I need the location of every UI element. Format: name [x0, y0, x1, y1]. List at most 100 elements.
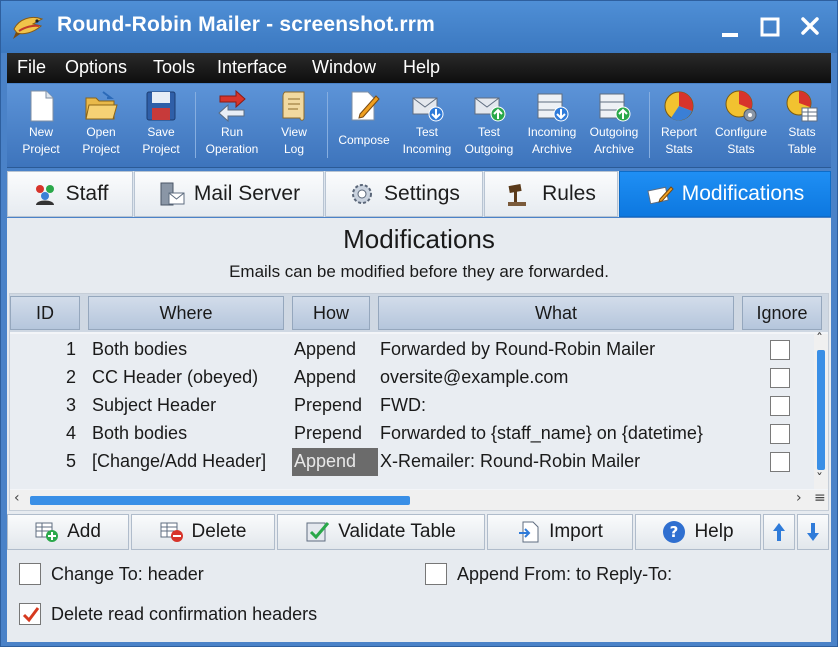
report-stats-button[interactable]: Report Stats	[651, 86, 707, 166]
menu-help[interactable]: Help	[403, 57, 440, 78]
incoming-archive-icon	[537, 93, 569, 122]
column-header-what[interactable]: What	[378, 296, 734, 330]
menu-tools[interactable]: Tools	[153, 57, 195, 78]
run-arrows-icon	[218, 89, 246, 123]
cell-how-selected[interactable]: Append	[292, 448, 378, 476]
change-to-checkbox[interactable]	[19, 563, 41, 585]
save-disk-icon	[146, 91, 176, 121]
add-button[interactable]: Add	[7, 514, 129, 550]
cell-what[interactable]: Forwarded by Round-Robin Mailer	[380, 339, 655, 360]
ignore-checkbox[interactable]	[770, 396, 790, 416]
view-log-button[interactable]: View Log	[265, 86, 323, 166]
scroll-left-icon[interactable]: ‹	[14, 490, 20, 506]
delete-read-confirmation-option[interactable]: Delete read confirmation headers	[19, 603, 317, 625]
toolbar-separator	[327, 92, 328, 158]
stats-table-icon	[786, 90, 818, 122]
menu-options[interactable]: Options	[65, 57, 127, 78]
title-bar[interactable]: Round-Robin Mailer - screenshot.rrm	[1, 1, 837, 53]
cell-how[interactable]: Append	[294, 367, 356, 388]
cell-what[interactable]: oversite@example.com	[380, 367, 568, 388]
run-operation-button[interactable]: Run Operation	[201, 86, 263, 166]
validate-table-button[interactable]: Validate Table	[277, 514, 485, 550]
table-body: 1 Both bodies Append Forwarded by Round-…	[10, 334, 816, 489]
arrow-down-icon	[807, 523, 819, 541]
tab-settings[interactable]: Settings	[325, 171, 483, 217]
change-to-option[interactable]: Change To: header	[19, 563, 204, 585]
append-from-checkbox[interactable]	[425, 563, 447, 585]
table-row[interactable]: 2 CC Header (obeyed) Append oversite@exa…	[10, 364, 816, 392]
ignore-checkbox[interactable]	[770, 340, 790, 360]
menu-window[interactable]: Window	[312, 57, 376, 78]
move-down-button[interactable]	[797, 514, 829, 550]
move-up-button[interactable]	[763, 514, 795, 550]
table-button-bar: Add Delete Validate Table Import ? Help	[7, 514, 831, 550]
test-incoming-icon	[412, 97, 444, 122]
table-row[interactable]: 5 [Change/Add Header] Append X-Remailer:…	[10, 448, 816, 476]
open-project-button[interactable]: Open Project	[71, 86, 131, 166]
menu-interface[interactable]: Interface	[217, 57, 287, 78]
incoming-archive-button[interactable]: Incoming Archive	[521, 86, 583, 166]
ignore-checkbox[interactable]	[770, 452, 790, 472]
scroll-down-icon[interactable]: ˇ	[816, 472, 823, 488]
tab-modifications[interactable]: Modifications	[619, 171, 831, 217]
table-row[interactable]: 3 Subject Header Prepend FWD:	[10, 392, 816, 420]
table-row[interactable]: 1 Both bodies Append Forwarded by Round-…	[10, 336, 816, 364]
help-button[interactable]: ? Help	[635, 514, 761, 550]
new-file-icon	[30, 90, 54, 122]
open-folder-icon	[85, 91, 118, 120]
app-window: Round-Robin Mailer - screenshot.rrm File…	[0, 0, 838, 647]
configure-stats-button[interactable]: Configure Stats	[709, 86, 773, 166]
cell-how[interactable]: Prepend	[294, 395, 362, 416]
outgoing-archive-button[interactable]: Outgoing Archive	[583, 86, 645, 166]
test-outgoing-button[interactable]: Test Outgoing	[459, 86, 519, 166]
close-button[interactable]	[795, 13, 825, 41]
vertical-scrollbar[interactable]: ˆ ˇ	[814, 332, 828, 489]
cell-id: 1	[65, 339, 76, 359]
column-menu-icon[interactable]: ≡	[814, 490, 826, 506]
cell-what[interactable]: X-Remailer: Round-Robin Mailer	[380, 451, 640, 472]
envelope-pencil-icon	[647, 186, 674, 205]
new-project-button[interactable]: New Project	[11, 86, 71, 166]
cell-where[interactable]: CC Header (obeyed)	[92, 367, 258, 388]
cell-what[interactable]: FWD:	[380, 395, 426, 416]
tab-mail-server[interactable]: Mail Server	[134, 171, 324, 217]
toolbar: New Project Open Project Save Project Ru…	[7, 84, 831, 168]
page-subtitle: Emails can be modified before they are f…	[229, 262, 609, 281]
cell-id: 3	[65, 395, 76, 415]
vertical-scroll-thumb[interactable]	[817, 350, 825, 470]
cell-where[interactable]: Both bodies	[92, 339, 187, 360]
maximize-button[interactable]	[755, 13, 785, 41]
table-row[interactable]: 4 Both bodies Prepend Forwarded to {staf…	[10, 420, 816, 448]
cell-how[interactable]: Prepend	[294, 423, 362, 444]
scroll-right-icon[interactable]: ›	[796, 490, 802, 506]
cell-where[interactable]: [Change/Add Header]	[92, 451, 266, 472]
save-project-button[interactable]: Save Project	[131, 86, 191, 166]
toolbar-separator	[649, 92, 650, 158]
column-header-how[interactable]: How	[292, 296, 370, 330]
staff-people-icon	[35, 185, 54, 205]
import-button[interactable]: Import	[487, 514, 633, 550]
minimize-button[interactable]	[715, 13, 745, 41]
validate-check-icon	[306, 522, 330, 542]
column-header-where[interactable]: Where	[88, 296, 284, 330]
delete-read-confirmation-checkbox[interactable]	[19, 603, 41, 625]
cell-where[interactable]: Subject Header	[92, 395, 216, 416]
cell-where[interactable]: Both bodies	[92, 423, 187, 444]
menu-file[interactable]: File	[17, 57, 46, 78]
delete-button[interactable]: Delete	[131, 514, 275, 550]
column-header-id[interactable]: ID	[10, 296, 80, 330]
cell-how[interactable]: Append	[294, 339, 356, 360]
cell-what[interactable]: Forwarded to {staff_name} on {datetime}	[380, 423, 703, 444]
scroll-up-icon[interactable]: ˆ	[816, 332, 823, 348]
column-header-ignore[interactable]: Ignore	[742, 296, 822, 330]
test-incoming-button[interactable]: Test Incoming	[397, 86, 457, 166]
ignore-checkbox[interactable]	[770, 368, 790, 388]
append-from-option[interactable]: Append From: to Reply-To:	[425, 563, 672, 585]
horizontal-scroll-thumb[interactable]	[30, 496, 410, 505]
ignore-checkbox[interactable]	[770, 424, 790, 444]
tab-staff[interactable]: Staff	[7, 171, 133, 217]
horizontal-scrollbar[interactable]: ‹ › ≡	[10, 490, 828, 510]
tab-rules[interactable]: Rules	[484, 171, 618, 217]
compose-button[interactable]: Compose	[331, 86, 397, 166]
stats-table-button[interactable]: Stats Table	[775, 86, 829, 166]
